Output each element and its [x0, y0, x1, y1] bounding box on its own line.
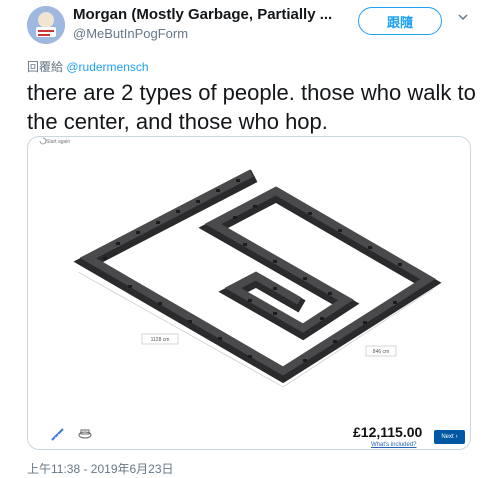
chevron-down-icon[interactable]	[456, 10, 470, 24]
tweet-media-image[interactable]: Start again 1128 cm 846 cm £12,115.00 Wh…	[27, 136, 471, 450]
whats-included-link[interactable]: What's included?	[371, 442, 417, 448]
3d-view-icon[interactable]	[78, 429, 92, 439]
tweet-timestamp[interactable]: 上午11:38 - 2019年6月23日	[27, 460, 174, 477]
reply-prefix: 回覆給	[27, 60, 64, 74]
chevron-right-icon: ›	[455, 434, 458, 440]
next-button-label: Next	[441, 434, 454, 440]
spiral-walls	[73, 169, 442, 384]
dimension-label-left: 1128 cm	[141, 333, 179, 345]
follow-button[interactable]: 跟隨	[358, 7, 442, 35]
author-handle[interactable]: @MeButInPogForm	[73, 26, 188, 41]
reply-context: 回覆給 @rudermensch	[27, 58, 149, 75]
spiral-maze-render: Start again 1128 cm 846 cm	[39, 137, 442, 441]
reply-mention-link[interactable]: @rudermensch	[66, 60, 148, 74]
avatar[interactable]	[27, 6, 65, 44]
total-price: £12,115.00	[353, 424, 423, 440]
start-again-label[interactable]: Start again	[46, 139, 70, 145]
svg-text:1128 cm: 1128 cm	[151, 337, 170, 343]
tweet-text: there are 2 types of people. those who w…	[27, 80, 476, 134]
svg-text:846 cm: 846 cm	[373, 349, 389, 355]
tweet-header: Morgan (Mostly Garbage, Partially ... @M…	[0, 0, 500, 52]
author-display-name[interactable]: Morgan (Mostly Garbage, Partially ...	[73, 6, 332, 23]
ruler-icon[interactable]	[51, 428, 64, 441]
start-again-control[interactable]: Start again	[39, 137, 70, 145]
dimension-label-right: 846 cm	[365, 345, 397, 357]
next-button[interactable]: Next ›	[434, 430, 465, 444]
